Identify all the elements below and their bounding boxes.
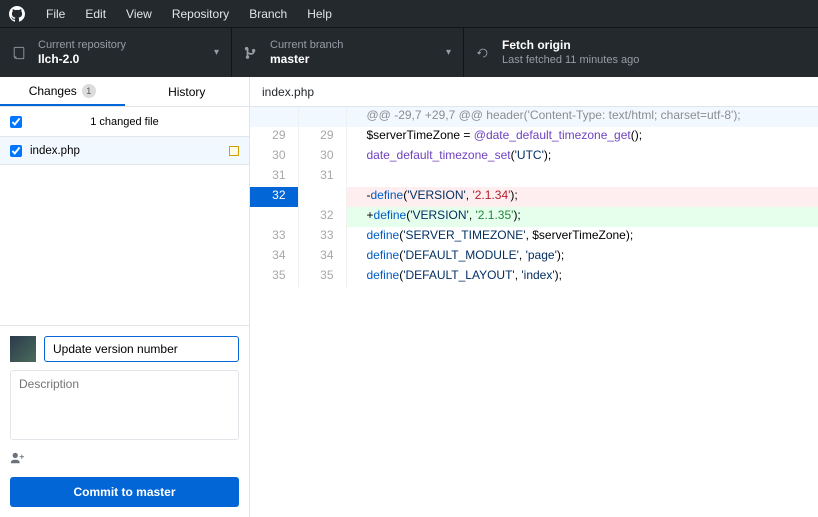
diff-line[interactable]: @@ -29,7 +29,7 @@ header('Content-Type: … bbox=[250, 107, 818, 127]
modified-icon bbox=[229, 146, 239, 156]
menu-bar: FileEditViewRepositoryBranchHelp bbox=[0, 0, 818, 27]
diff-line[interactable]: 3030date_default_timezone_set('UTC'); bbox=[250, 147, 818, 167]
branch-icon bbox=[244, 45, 260, 61]
branch-selector[interactable]: Current branch master ▾ bbox=[232, 28, 464, 77]
chevron-down-icon: ▾ bbox=[446, 47, 451, 58]
diff-line[interactable]: 3434define('DEFAULT_MODULE', 'page'); bbox=[250, 247, 818, 267]
fetch-origin-button[interactable]: Fetch origin Last fetched 11 minutes ago bbox=[464, 28, 818, 77]
repo-hint: Current repository bbox=[38, 38, 126, 52]
menu-view[interactable]: View bbox=[116, 7, 162, 21]
file-checkbox[interactable] bbox=[10, 145, 22, 157]
select-all-checkbox[interactable] bbox=[10, 116, 22, 128]
diff-line[interactable]: 2929$serverTimeZone = @date_default_time… bbox=[250, 127, 818, 147]
diff-line[interactable]: 3131 bbox=[250, 167, 818, 187]
diff-line[interactable]: 3333define('SERVER_TIMEZONE', $serverTim… bbox=[250, 227, 818, 247]
diff-line[interactable]: 3535define('DEFAULT_LAYOUT', 'index'); bbox=[250, 267, 818, 287]
sync-icon bbox=[476, 45, 492, 61]
github-logo bbox=[8, 5, 26, 23]
repo-value: Ilch-2.0 bbox=[38, 52, 126, 68]
menu-help[interactable]: Help bbox=[297, 7, 342, 21]
tab-history-label: History bbox=[168, 85, 205, 99]
changed-files-header: 1 changed file bbox=[0, 107, 249, 137]
file-name: index.php bbox=[30, 145, 80, 157]
diff-table: @@ -29,7 +29,7 @@ header('Content-Type: … bbox=[250, 107, 818, 287]
changed-file-row[interactable]: index.php bbox=[0, 137, 249, 165]
menu-edit[interactable]: Edit bbox=[75, 7, 116, 21]
repo-icon bbox=[12, 45, 28, 61]
tab-changes-label: Changes bbox=[29, 84, 77, 98]
branch-value: master bbox=[270, 52, 343, 68]
tab-history[interactable]: History bbox=[125, 77, 250, 106]
fetch-value: Last fetched 11 minutes ago bbox=[502, 53, 639, 67]
sidebar: Changes 1 History 1 changed file index.p… bbox=[0, 77, 250, 517]
commit-form: Commit to master bbox=[0, 325, 249, 517]
menu-file[interactable]: File bbox=[36, 7, 75, 21]
add-coauthor-button[interactable] bbox=[10, 449, 24, 465]
menu-repository[interactable]: Repository bbox=[162, 7, 239, 21]
repo-selector[interactable]: Current repository Ilch-2.0 ▾ bbox=[0, 28, 232, 77]
commit-description-input[interactable] bbox=[10, 370, 239, 440]
changes-count-badge: 1 bbox=[82, 84, 96, 98]
toolbar: Current repository Ilch-2.0 ▾ Current br… bbox=[0, 27, 818, 77]
changed-files-count: 1 changed file bbox=[90, 116, 159, 128]
commit-summary-input[interactable] bbox=[44, 336, 239, 362]
diff-line[interactable]: 32+define('VERSION', '2.1.35'); bbox=[250, 207, 818, 227]
diff-line[interactable]: 32-define('VERSION', '2.1.34'); bbox=[250, 187, 818, 207]
fetch-hint: Fetch origin bbox=[502, 38, 639, 54]
tab-changes[interactable]: Changes 1 bbox=[0, 77, 125, 106]
branch-hint: Current branch bbox=[270, 38, 343, 52]
diff-view: index.php @@ -29,7 +29,7 @@ header('Cont… bbox=[250, 77, 818, 517]
commit-button[interactable]: Commit to master bbox=[10, 477, 239, 507]
avatar bbox=[10, 336, 36, 362]
chevron-down-icon: ▾ bbox=[214, 47, 219, 58]
diff-file-tab: index.php bbox=[250, 77, 818, 107]
diff-file-name: index.php bbox=[262, 85, 314, 99]
menu-branch[interactable]: Branch bbox=[239, 7, 297, 21]
